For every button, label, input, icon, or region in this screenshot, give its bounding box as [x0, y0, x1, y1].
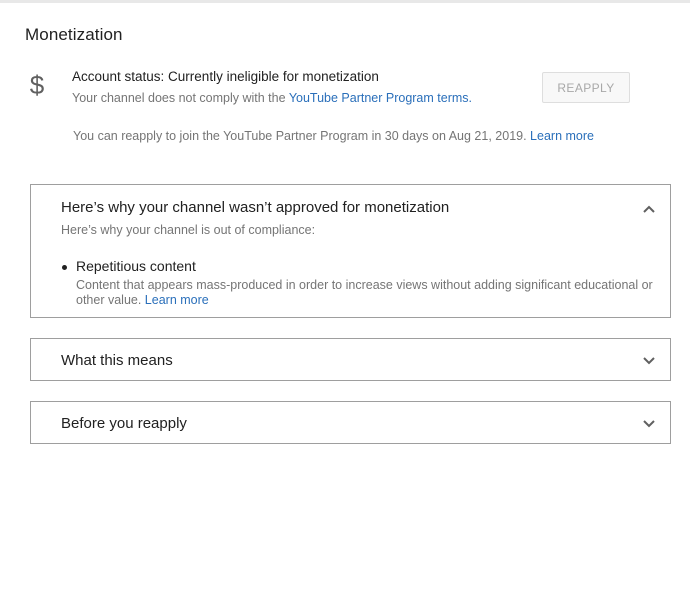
bullet-dot	[62, 265, 67, 270]
panel-not-approved-title[interactable]: Here’s why your channel wasn’t approved …	[61, 199, 449, 216]
panel-not-approved-reasons: Here’s why your channel wasn’t approved …	[30, 184, 671, 318]
reapply-button[interactable]: REAPPLY	[542, 72, 630, 103]
chevron-down-icon[interactable]	[642, 417, 656, 431]
reason-title: Repetitious content	[76, 258, 196, 274]
top-divider	[0, 0, 690, 3]
reapply-note-text: You can reapply to join the YouTube Part…	[73, 129, 531, 143]
reapply-note: You can reapply to join the YouTube Part…	[73, 129, 594, 143]
panel-before-you-reapply-title[interactable]: Before you reapply	[61, 415, 187, 432]
panel-what-this-means-title[interactable]: What this means	[61, 352, 173, 369]
chevron-up-icon[interactable]	[642, 202, 656, 216]
panel-what-this-means[interactable]: What this means	[30, 338, 671, 381]
account-status-description: Your channel does not comply with the Yo…	[72, 91, 472, 105]
chevron-down-icon[interactable]	[642, 354, 656, 368]
panel-before-you-reapply[interactable]: Before you reapply	[30, 401, 671, 444]
page-title: Monetization	[25, 25, 123, 44]
panel-not-approved-subtitle: Here’s why your channel is out of compli…	[61, 223, 316, 237]
partner-program-terms-link[interactable]: YouTube Partner Program terms.	[289, 91, 472, 105]
account-status-title: Account status: Currently ineligible for…	[72, 69, 379, 84]
account-status-desc-text: Your channel does not comply with the	[72, 91, 289, 105]
dollar-icon: $	[29, 70, 45, 100]
reason-learn-more-link[interactable]: Learn more	[145, 293, 209, 307]
reapply-learn-more-link[interactable]: Learn more	[530, 129, 594, 143]
reason-description: Content that appears mass-produced in or…	[76, 278, 668, 308]
